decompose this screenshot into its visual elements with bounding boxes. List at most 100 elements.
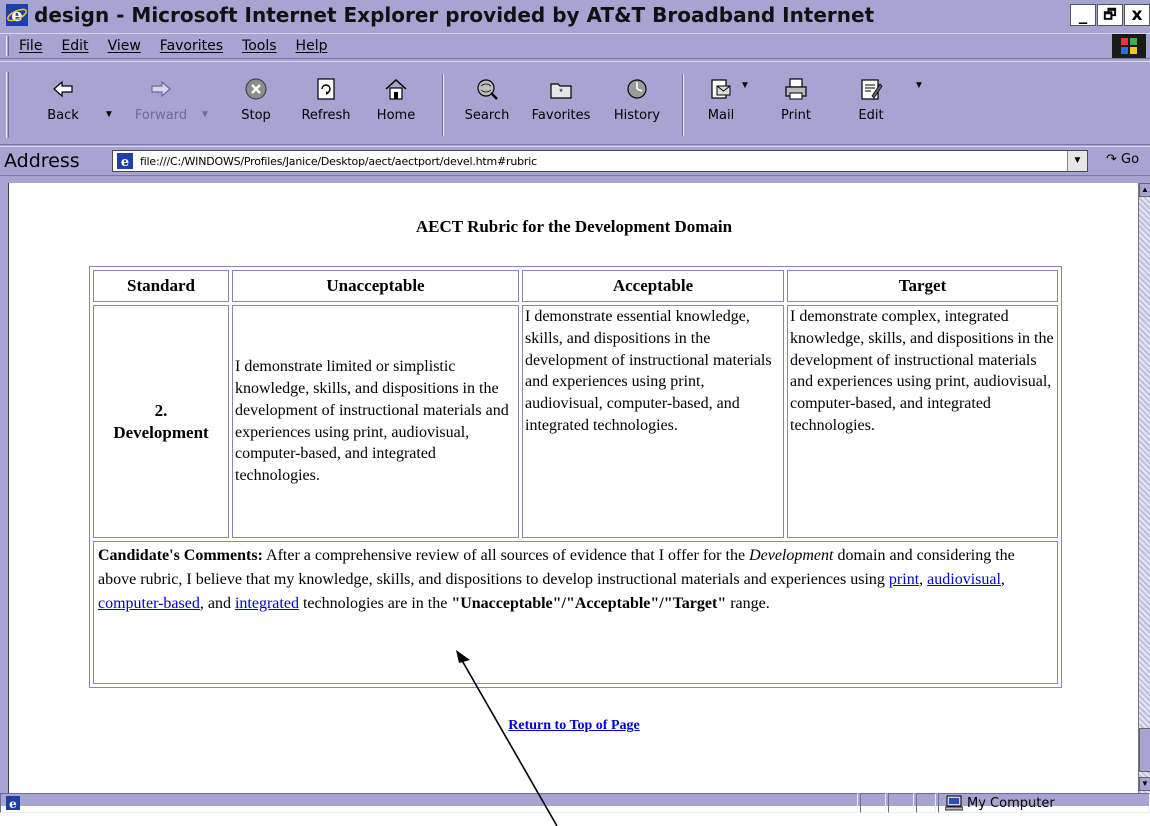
header-acceptable: Acceptable xyxy=(522,270,784,302)
vertical-scrollbar[interactable]: ▲ ▼ xyxy=(1138,183,1150,793)
header-standard: Standard xyxy=(93,270,229,302)
return-to-top: Return to Top of Page xyxy=(9,718,1138,734)
stop-label: Stop xyxy=(241,108,271,123)
link-computer-based[interactable]: computer-based xyxy=(98,595,200,612)
comments-sep-2: , xyxy=(1000,571,1005,588)
rubric-table: Standard Unacceptable Acceptable Target … xyxy=(89,266,1062,688)
menu-bar: File Edit View Favorites Tools Help xyxy=(0,33,1150,59)
header-unacceptable: Unacceptable xyxy=(232,270,519,302)
link-print[interactable]: print xyxy=(889,571,919,588)
acceptable-cell: I demonstrate essential knowledge, skill… xyxy=(522,305,784,538)
window-title: design - Microsoft Internet Explorer pro… xyxy=(34,3,875,27)
address-label: Address xyxy=(4,150,80,172)
menu-grip[interactable] xyxy=(6,36,9,56)
menu-favorites[interactable]: Favorites xyxy=(160,38,223,54)
toolbar-separator xyxy=(442,74,444,136)
link-integrated[interactable]: integrated xyxy=(235,595,299,612)
svg-text:e: e xyxy=(121,155,129,170)
standard-name: Development xyxy=(113,422,209,442)
mail-label: Mail xyxy=(707,108,735,123)
page-ie-icon: e xyxy=(117,153,133,170)
history-button[interactable]: History xyxy=(606,76,668,136)
scroll-up-arrow-icon[interactable]: ▲ xyxy=(1139,183,1150,197)
return-to-top-link[interactable]: Return to Top of Page xyxy=(508,718,639,733)
target-cell: I demonstrate complex, integrated knowle… xyxy=(787,305,1058,538)
back-arrow-icon xyxy=(53,80,73,98)
favorites-folder-icon: * xyxy=(550,83,572,99)
comments-sep-1: , xyxy=(919,571,928,588)
go-arrow-icon: ↷ xyxy=(1106,152,1117,167)
print-button[interactable]: Print xyxy=(765,76,827,136)
home-label: Home xyxy=(376,108,416,123)
menu-tools[interactable]: Tools xyxy=(242,38,277,54)
history-label: History xyxy=(613,108,661,123)
home-button[interactable]: Home xyxy=(365,76,427,136)
forward-dropdown-icon[interactable]: ▼ xyxy=(200,109,210,120)
page-content[interactable]: AECT Rubric for the Development Domain S… xyxy=(8,183,1138,793)
status-bar: e My Computer xyxy=(0,793,1150,813)
back-button[interactable]: Back xyxy=(32,76,94,136)
toolbar-grip[interactable] xyxy=(6,72,9,138)
back-label: Back xyxy=(47,108,79,123)
edit-label: Edit xyxy=(858,108,884,123)
svg-text:e: e xyxy=(11,5,22,26)
restore-button[interactable]: 🗗 xyxy=(1097,4,1123,26)
svg-text:*: * xyxy=(559,87,563,97)
stop-icon xyxy=(245,78,267,100)
menu-help[interactable]: Help xyxy=(296,38,328,54)
standard-toolbar: Back ▼ Forward ▼ Stop Refresh Home Searc… xyxy=(0,61,1150,145)
standard-cell: 2. Development xyxy=(93,305,229,538)
window-controls: _ 🗗 x xyxy=(1070,4,1150,26)
comments-text-3: technologies are in the xyxy=(298,595,452,612)
address-url: file:///C:/WINDOWS/Profiles/Janice/Deskt… xyxy=(140,154,537,168)
search-label: Search xyxy=(464,108,510,123)
stop-button[interactable]: Stop xyxy=(225,76,287,136)
forward-button[interactable]: Forward xyxy=(130,76,192,136)
comments-label: Candidate's Comments: xyxy=(98,547,263,564)
address-bar: Address e file:///C:/WINDOWS/Profiles/Ja… xyxy=(0,146,1150,176)
close-button[interactable]: x xyxy=(1124,4,1150,26)
status-panel-lock xyxy=(888,793,914,813)
scroll-thumb[interactable] xyxy=(1139,728,1150,772)
windows-flag-icon xyxy=(1112,34,1146,58)
minimize-button[interactable]: _ xyxy=(1070,4,1096,26)
link-audiovisual[interactable]: audiovisual xyxy=(927,571,1001,588)
forward-label: Forward xyxy=(134,108,188,123)
unacceptable-text: I demonstrate limited or simplistic know… xyxy=(235,358,509,485)
favorites-button[interactable]: * Favorites xyxy=(530,76,592,136)
target-text: I demonstrate complex, integrated knowle… xyxy=(790,308,1054,434)
edit-page-icon xyxy=(861,79,883,100)
menu-view[interactable]: View xyxy=(108,38,141,54)
unacceptable-cell: I demonstrate limited or simplistic know… xyxy=(232,305,519,538)
svg-text:e: e xyxy=(9,797,17,811)
menu-edit[interactable]: Edit xyxy=(61,38,88,54)
comments-sep-3: , and xyxy=(199,595,235,612)
go-button[interactable]: ↷ Go xyxy=(1106,152,1139,167)
print-label: Print xyxy=(781,108,811,123)
back-dropdown-icon[interactable]: ▼ xyxy=(104,109,114,120)
toolbar-separator xyxy=(682,74,684,136)
candidate-comments-cell: Candidate's Comments: After a comprehens… xyxy=(93,541,1058,684)
comments-domain: Development xyxy=(749,547,834,564)
status-panel-progress xyxy=(860,793,886,813)
refresh-label: Refresh xyxy=(301,108,351,123)
refresh-button[interactable]: Refresh xyxy=(295,76,357,136)
favorites-label: Favorites xyxy=(531,108,591,123)
search-button[interactable]: Search xyxy=(456,76,518,136)
ie-logo-icon[interactable]: e xyxy=(4,2,30,28)
edit-dropdown-icon[interactable]: ▼ xyxy=(914,80,924,91)
refresh-icon xyxy=(317,78,335,100)
status-panel-offline xyxy=(916,793,936,813)
mail-dropdown-icon[interactable]: ▼ xyxy=(740,80,750,91)
comments-range-options: "Unacceptable"/"Acceptable"/"Target" xyxy=(451,595,727,612)
my-computer-icon xyxy=(945,795,963,811)
security-zone-label: My Computer xyxy=(967,795,1055,811)
home-icon xyxy=(385,78,407,100)
scroll-down-arrow-icon[interactable]: ▼ xyxy=(1139,777,1150,791)
forward-arrow-icon xyxy=(151,80,171,98)
menu-file[interactable]: File xyxy=(19,38,42,54)
edit-button[interactable]: Edit xyxy=(840,76,902,136)
status-zone-panel: My Computer xyxy=(938,793,1150,813)
address-dropdown-icon[interactable]: ▼ xyxy=(1067,151,1087,171)
address-input[interactable]: e file:///C:/WINDOWS/Profiles/Janice/Des… xyxy=(112,150,1088,172)
